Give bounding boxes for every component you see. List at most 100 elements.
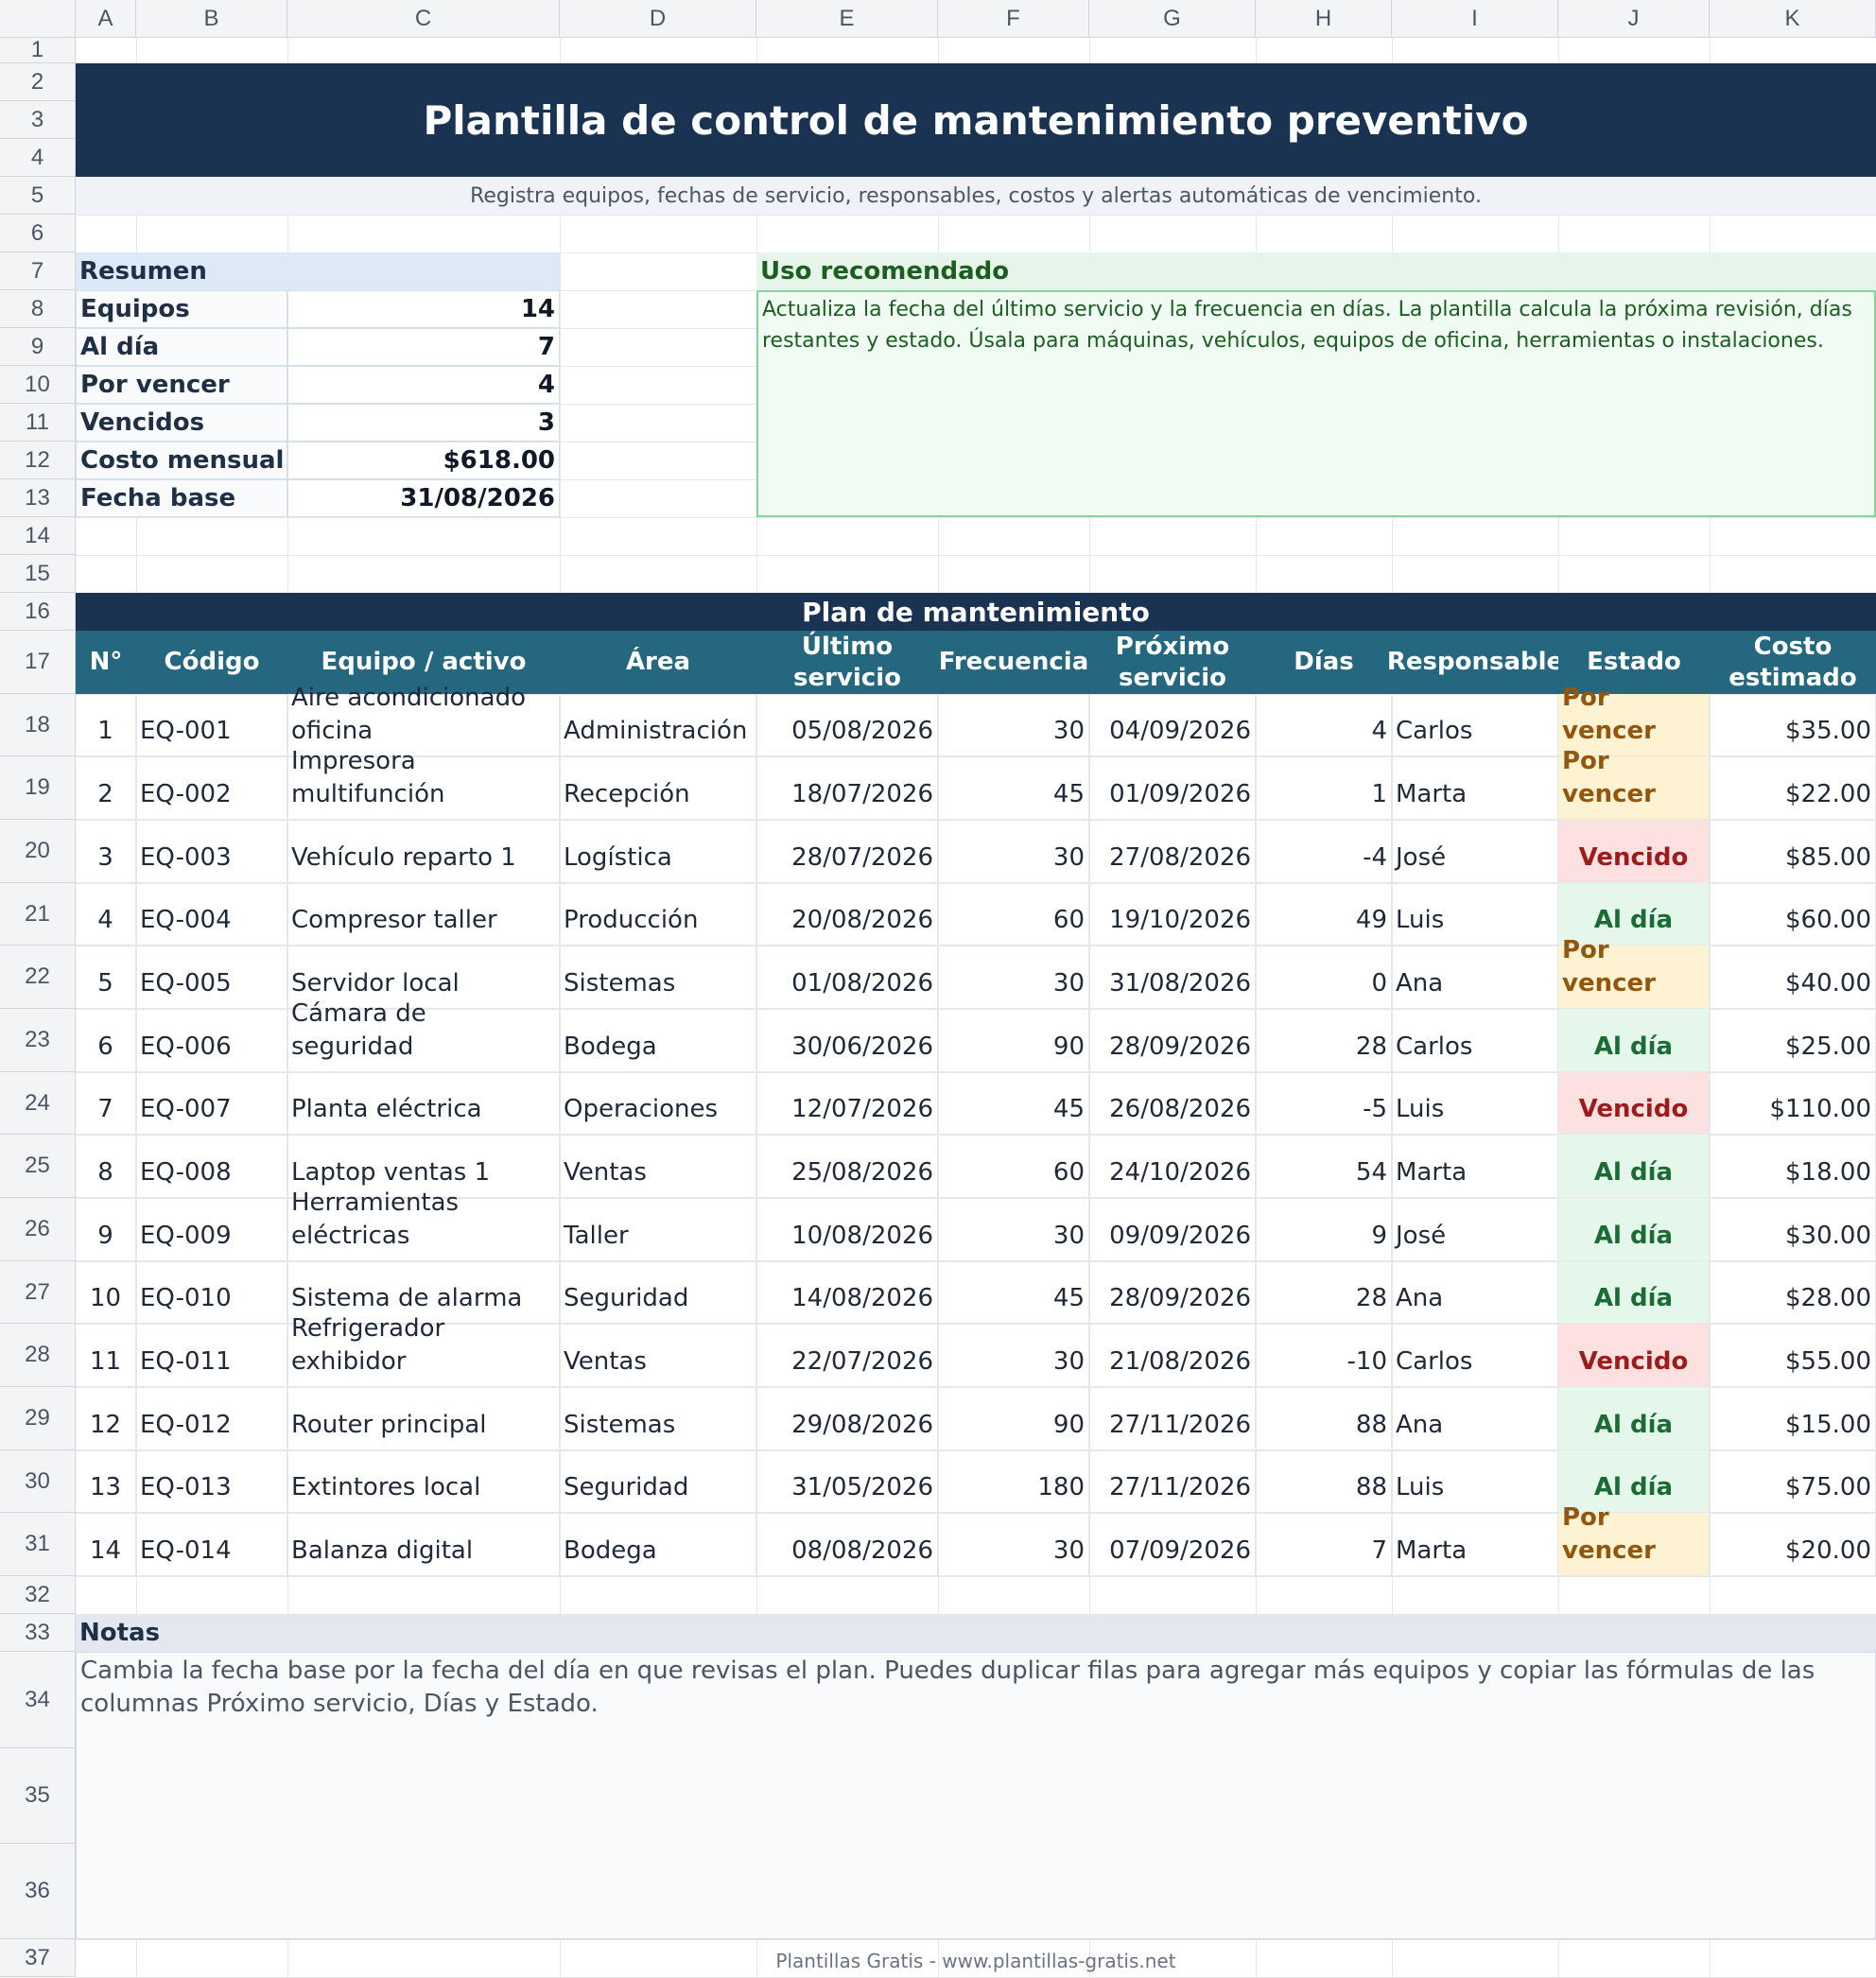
table-cell[interactable]: Cámara de seguridad xyxy=(287,999,560,1072)
table-cell[interactable]: Planta eléctrica xyxy=(287,1072,560,1135)
table-cell[interactable]: -5 xyxy=(1256,1072,1392,1135)
table-cell[interactable]: 54 xyxy=(1256,1135,1392,1198)
table-cell[interactable]: EQ-001 xyxy=(136,694,287,756)
table-cell[interactable]: $22.00 xyxy=(1710,756,1876,820)
table-cell[interactable]: EQ-003 xyxy=(136,820,287,883)
table-cell[interactable]: EQ-007 xyxy=(136,1072,287,1135)
row-header[interactable]: 34 xyxy=(0,1652,76,1748)
status-badge[interactable]: Al día xyxy=(1558,1009,1710,1072)
table-cell[interactable]: $60.00 xyxy=(1710,883,1876,946)
table-cell[interactable]: 11 xyxy=(76,1324,136,1387)
table-cell[interactable]: 19/10/2026 xyxy=(1089,883,1256,946)
table-cell[interactable]: 28/09/2026 xyxy=(1089,1261,1256,1324)
table-cell[interactable]: José xyxy=(1392,820,1558,883)
summary-label[interactable]: Equipos xyxy=(76,290,287,328)
table-cell[interactable]: 45 xyxy=(938,1072,1089,1135)
table-cell[interactable]: Ana xyxy=(1392,1261,1558,1324)
table-cell[interactable]: $20.00 xyxy=(1710,1513,1876,1576)
row-header[interactable]: 13 xyxy=(0,479,76,517)
row-header[interactable]: 7 xyxy=(0,252,76,290)
table-cell[interactable]: Seguridad xyxy=(560,1450,756,1513)
status-badge[interactable]: Vencido xyxy=(1558,1072,1710,1135)
table-cell[interactable]: EQ-011 xyxy=(136,1324,287,1387)
table-cell[interactable]: EQ-006 xyxy=(136,1009,287,1072)
table-cell[interactable]: 5 xyxy=(76,946,136,1009)
table-header-cell[interactable]: Días xyxy=(1256,631,1392,694)
row-header[interactable]: 10 xyxy=(0,366,76,404)
row-header[interactable]: 4 xyxy=(0,139,76,177)
column-header[interactable]: C xyxy=(287,0,560,38)
table-cell[interactable]: 20/08/2026 xyxy=(756,883,938,946)
table-cell[interactable]: Sistemas xyxy=(560,946,756,1009)
table-cell[interactable]: 31/08/2026 xyxy=(1089,946,1256,1009)
table-cell[interactable]: 45 xyxy=(938,756,1089,820)
table-header-cell[interactable]: Frecuencia xyxy=(938,631,1089,694)
table-cell[interactable]: Ana xyxy=(1392,946,1558,1009)
table-cell[interactable]: Marta xyxy=(1392,1513,1558,1576)
table-cell[interactable]: EQ-012 xyxy=(136,1387,287,1450)
table-header-cell[interactable]: Área xyxy=(560,631,756,694)
table-cell[interactable]: Carlos xyxy=(1392,1324,1558,1387)
column-header[interactable]: G xyxy=(1089,0,1256,38)
table-cell[interactable]: 24/10/2026 xyxy=(1089,1135,1256,1198)
table-cell[interactable]: Impresora multifunción xyxy=(287,747,560,820)
table-cell[interactable]: 10 xyxy=(76,1261,136,1324)
notes-box[interactable]: Cambia la fecha base por la fecha del dí… xyxy=(76,1652,1876,1939)
column-header[interactable]: F xyxy=(938,0,1089,38)
table-cell[interactable]: 8 xyxy=(76,1135,136,1198)
table-cell[interactable]: 31/05/2026 xyxy=(756,1450,938,1513)
row-header[interactable]: 1 xyxy=(0,37,76,63)
table-cell[interactable]: 45 xyxy=(938,1261,1089,1324)
table-cell[interactable]: José xyxy=(1392,1198,1558,1261)
title-banner[interactable]: Plantilla de control de mantenimiento pr… xyxy=(76,63,1876,177)
row-header[interactable]: 15 xyxy=(0,555,76,593)
summary-value[interactable]: $618.00 xyxy=(287,442,560,479)
usage-box[interactable]: Actualiza la fecha del último servicio y… xyxy=(756,290,1876,517)
row-header[interactable]: 11 xyxy=(0,404,76,442)
table-cell[interactable]: Ventas xyxy=(560,1135,756,1198)
table-cell[interactable]: 22/07/2026 xyxy=(756,1324,938,1387)
table-cell[interactable]: 88 xyxy=(1256,1450,1392,1513)
table-cell[interactable]: 4 xyxy=(1256,694,1392,756)
table-cell[interactable]: 14/08/2026 xyxy=(756,1261,938,1324)
table-cell[interactable]: $18.00 xyxy=(1710,1135,1876,1198)
column-header[interactable]: H xyxy=(1256,0,1392,38)
table-cell[interactable]: 28/09/2026 xyxy=(1089,1009,1256,1072)
table-cell[interactable]: 1 xyxy=(1256,756,1392,820)
summary-label[interactable]: Fecha base xyxy=(76,479,287,517)
table-cell[interactable]: $55.00 xyxy=(1710,1324,1876,1387)
table-cell[interactable]: 28 xyxy=(1256,1009,1392,1072)
notes-heading[interactable]: Notas xyxy=(76,1614,1876,1652)
table-cell[interactable]: Luis xyxy=(1392,1072,1558,1135)
table-cell[interactable]: 01/09/2026 xyxy=(1089,756,1256,820)
table-cell[interactable]: 49 xyxy=(1256,883,1392,946)
table-cell[interactable]: Herramientas eléctricas xyxy=(287,1189,560,1261)
row-header[interactable]: 2 xyxy=(0,63,76,101)
status-badge[interactable]: Por vencer xyxy=(1558,1503,1710,1576)
row-header[interactable]: 9 xyxy=(0,328,76,366)
status-badge[interactable]: Vencido xyxy=(1558,1324,1710,1387)
summary-label[interactable]: Al día xyxy=(76,328,287,366)
table-cell[interactable]: Logística xyxy=(560,820,756,883)
table-cell[interactable]: 28/07/2026 xyxy=(756,820,938,883)
row-header[interactable]: 12 xyxy=(0,442,76,479)
table-cell[interactable]: 60 xyxy=(938,883,1089,946)
column-header[interactable]: I xyxy=(1392,0,1558,38)
table-cell[interactable]: 05/08/2026 xyxy=(756,694,938,756)
column-header[interactable]: B xyxy=(136,0,287,38)
select-all-corner[interactable] xyxy=(0,0,76,38)
row-header[interactable]: 6 xyxy=(0,215,76,252)
table-cell[interactable]: EQ-008 xyxy=(136,1135,287,1198)
status-badge[interactable]: Vencido xyxy=(1558,820,1710,883)
table-header-cell[interactable]: Responsable xyxy=(1387,631,1563,694)
table-cell[interactable]: 9 xyxy=(76,1198,136,1261)
table-cell[interactable]: 30 xyxy=(938,820,1089,883)
table-cell[interactable]: 27/08/2026 xyxy=(1089,820,1256,883)
summary-label[interactable]: Vencidos xyxy=(76,404,287,442)
usage-heading[interactable]: Uso recomendado xyxy=(756,252,1876,290)
table-header-cell[interactable]: Código xyxy=(136,631,287,694)
summary-value[interactable]: 7 xyxy=(287,328,560,366)
table-cell[interactable]: Producción xyxy=(560,883,756,946)
table-cell[interactable]: 7 xyxy=(76,1072,136,1135)
table-cell[interactable]: 2 xyxy=(76,756,136,820)
